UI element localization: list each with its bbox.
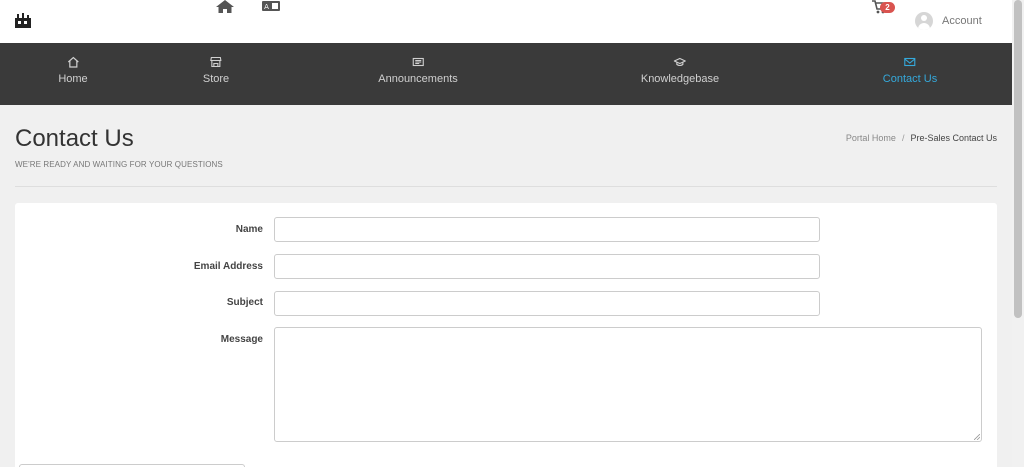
main-nav: Home Store Announcements Knowledgebase C… xyxy=(0,43,1012,105)
nav-item-contact-us[interactable]: Contact Us xyxy=(883,56,937,85)
page-subtitle: WE'RE READY AND WAITING FOR YOUR QUESTIO… xyxy=(15,160,223,169)
page-scrollbar[interactable] xyxy=(1012,0,1024,467)
logo-icon[interactable] xyxy=(14,12,32,30)
nav-item-home[interactable]: Home xyxy=(58,56,88,85)
email-input[interactable] xyxy=(274,254,820,279)
subject-label: Subject xyxy=(226,297,263,308)
graduation-cap-icon xyxy=(673,57,686,67)
avatar xyxy=(915,12,933,30)
envelope-icon xyxy=(904,57,916,67)
top-bar: A 2 Account xyxy=(0,0,1012,43)
nav-label: Knowledgebase xyxy=(640,73,720,85)
nav-item-store[interactable]: Store xyxy=(203,56,229,85)
breadcrumb-link-portal-home[interactable]: Portal Home xyxy=(846,133,896,143)
name-label: Name xyxy=(235,224,263,235)
home-icon[interactable] xyxy=(216,0,234,13)
header-divider xyxy=(15,186,997,187)
nav-label: Announcements xyxy=(378,73,458,85)
nav-item-knowledgebase[interactable]: Knowledgebase xyxy=(641,56,719,85)
cart-count-badge: 2 xyxy=(880,2,895,13)
nav-label: Home xyxy=(58,73,88,85)
breadcrumb: Portal Home / Pre-Sales Contact Us xyxy=(846,133,997,143)
resize-handle-icon[interactable] xyxy=(974,434,980,440)
svg-text:A: A xyxy=(264,3,269,11)
message-label: Message xyxy=(220,334,263,345)
store-icon xyxy=(210,56,222,68)
message-textarea[interactable] xyxy=(274,327,982,442)
subject-input[interactable] xyxy=(274,291,820,316)
nav-item-announcements[interactable]: Announcements xyxy=(378,56,458,85)
newspaper-icon xyxy=(412,57,424,67)
scrollbar-thumb[interactable] xyxy=(1014,0,1022,318)
language-icon[interactable]: A xyxy=(262,1,280,11)
breadcrumb-separator: / xyxy=(901,133,905,143)
email-label: Email Address xyxy=(193,261,263,272)
account-label: Account xyxy=(942,15,982,27)
nav-label: Contact Us xyxy=(882,73,938,85)
nav-label: Store xyxy=(202,73,230,85)
breadcrumb-current: Pre-Sales Contact Us xyxy=(910,133,997,143)
name-input[interactable] xyxy=(274,217,820,242)
account-menu[interactable]: Account xyxy=(915,12,982,30)
home-icon xyxy=(67,56,79,68)
page-title: Contact Us xyxy=(15,125,134,152)
